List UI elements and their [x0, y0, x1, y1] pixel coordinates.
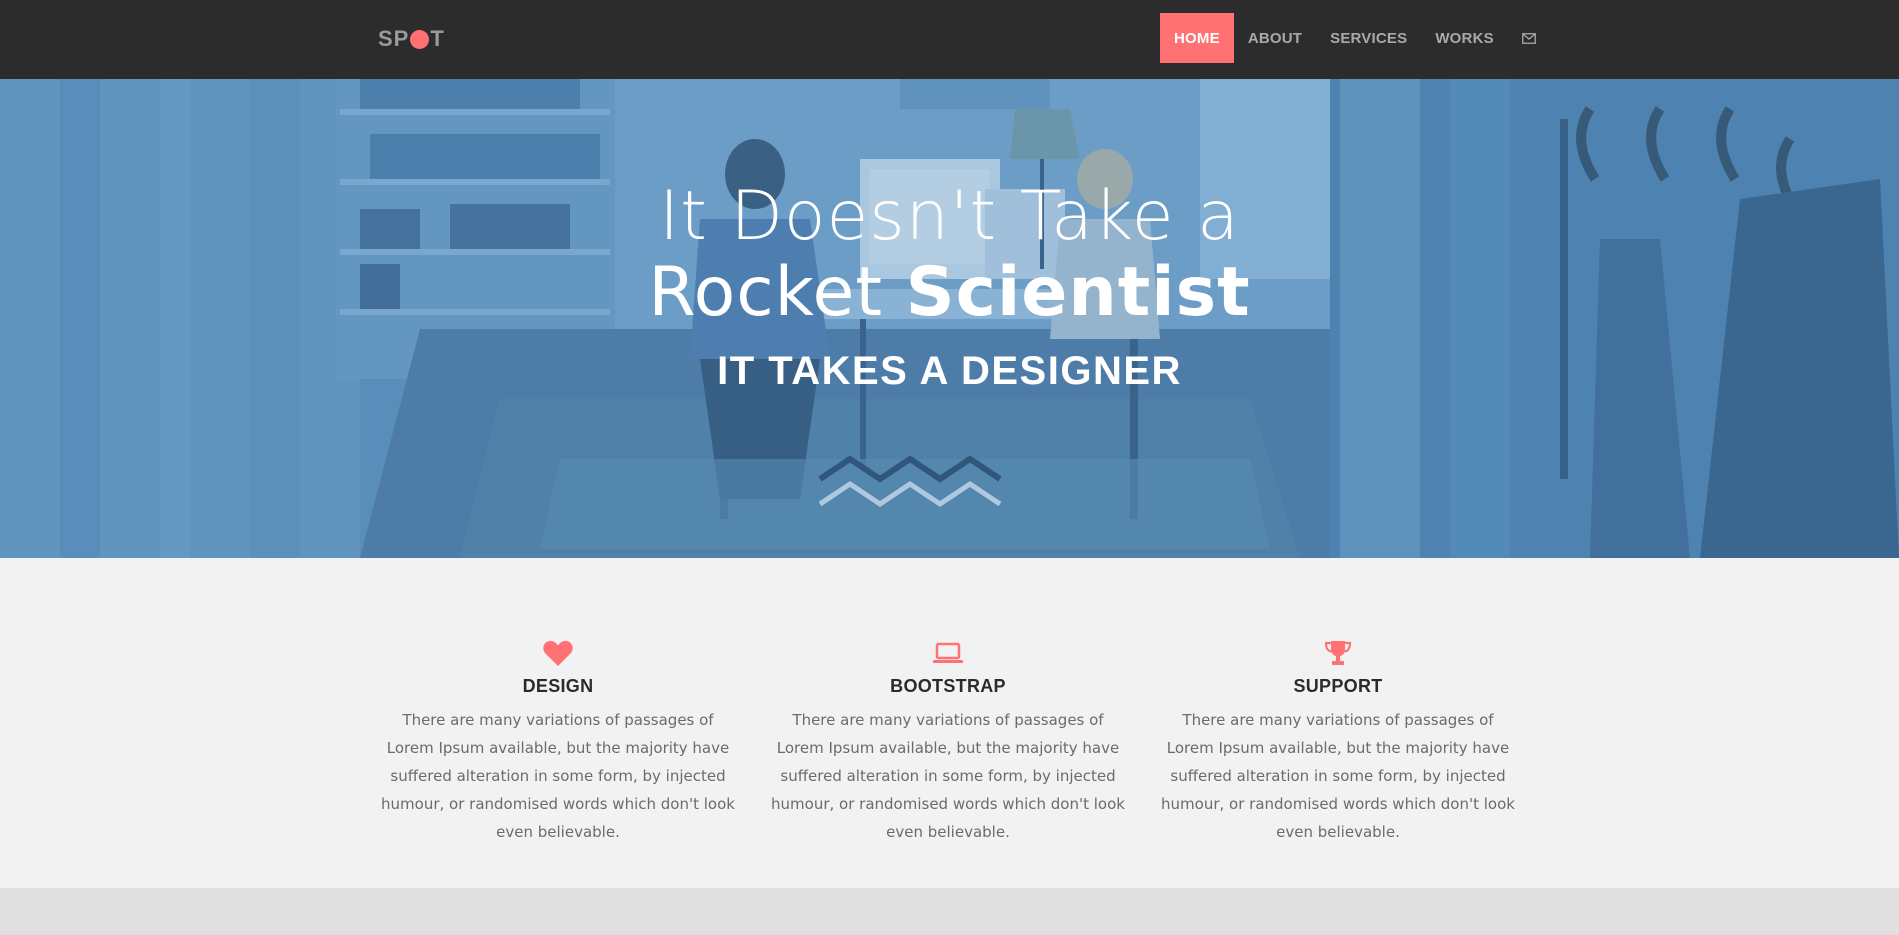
- logo-text-right: T: [430, 26, 445, 51]
- feature-title: BOOTSTRAP: [890, 676, 1006, 696]
- feature-title: SUPPORT: [1293, 676, 1383, 696]
- feature-bootstrap: BOOTSTRAP There are many variations of p…: [763, 636, 1133, 846]
- trophy-icon: [1324, 641, 1352, 665]
- hero-title-light: Rocket: [648, 253, 906, 332]
- feature-text: There are many variations of passages of…: [771, 711, 1125, 841]
- hero-title-line1: It Doesn't Take a: [659, 177, 1240, 256]
- nav-item-services[interactable]: SERVICES: [1316, 13, 1421, 63]
- features-section: DESIGN There are many variations of pass…: [0, 558, 1899, 888]
- hero-title-bold: Scientist: [905, 253, 1251, 332]
- feature-support: SUPPORT There are many variations of pas…: [1153, 636, 1523, 846]
- feature-design: DESIGN There are many variations of pass…: [373, 636, 743, 846]
- hero-title-line2: Rocket Scientist: [0, 255, 1899, 331]
- hero-banner: It Doesn't Take a Rocket Scientist IT TA…: [0, 79, 1899, 558]
- feature-title: DESIGN: [522, 676, 594, 696]
- navbar: SP T HOME ABOUT SERVICES WORKS: [0, 0, 1899, 79]
- hero-subtitle: IT TAKES A DESIGNER: [717, 349, 1182, 393]
- feature-text: There are many variations of passages of…: [381, 711, 735, 841]
- laptop-icon: [933, 642, 963, 663]
- heart-icon: [543, 640, 573, 666]
- nav-item-home[interactable]: HOME: [1160, 13, 1234, 63]
- footer-band: [0, 888, 1899, 935]
- nav-item-contact[interactable]: [1508, 13, 1550, 63]
- brand-logo[interactable]: SP T: [378, 24, 445, 54]
- logo-text-left: SP: [378, 26, 410, 51]
- main-nav: HOME ABOUT SERVICES WORKS: [1160, 13, 1550, 63]
- nav-item-works[interactable]: WORKS: [1421, 13, 1508, 63]
- feature-text: There are many variations of passages of…: [1161, 711, 1515, 841]
- nav-item-about[interactable]: ABOUT: [1234, 13, 1316, 63]
- logo-dot: [410, 29, 430, 49]
- hero-title: It Doesn't Take a Rocket Scientist: [0, 179, 1899, 331]
- envelope-icon: [1521, 32, 1536, 44]
